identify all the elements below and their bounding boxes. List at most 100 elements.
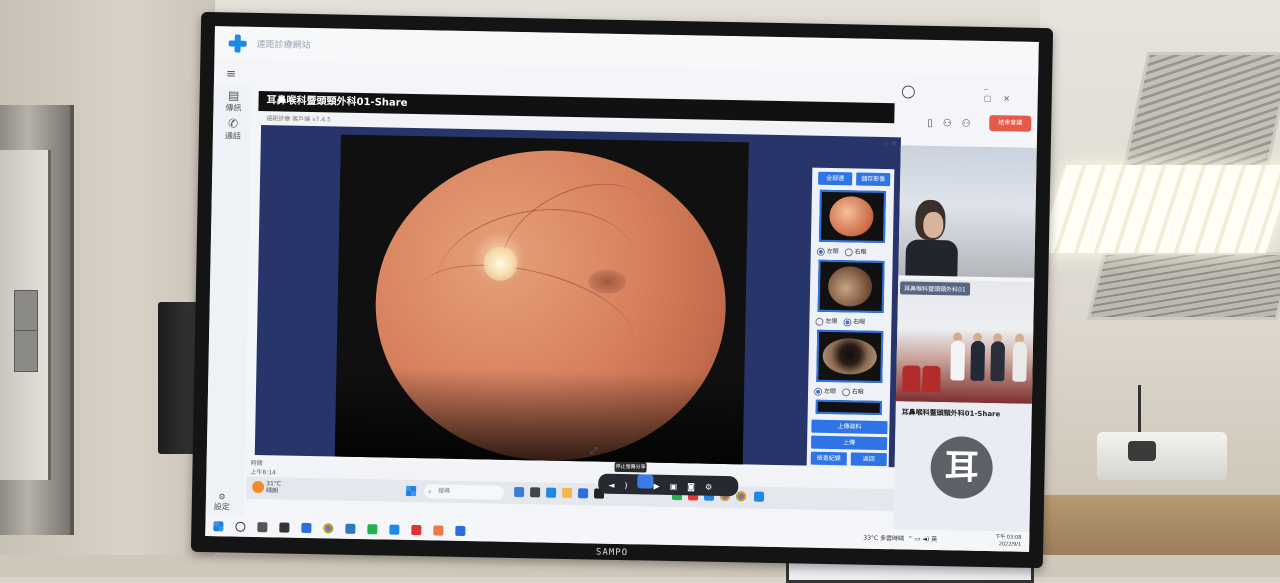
sidebar-item-label: 通話	[224, 131, 241, 141]
radio-right-eye[interactable]	[844, 247, 853, 256]
user-icon[interactable]	[901, 85, 915, 99]
mail-icon[interactable]	[301, 522, 312, 534]
camera-icon[interactable]: ▶	[653, 482, 669, 491]
exam-record-button[interactable]: 檢查紀錄	[810, 451, 847, 466]
eye-radio-group[interactable]: 左眼 右眼	[816, 246, 867, 256]
sidebar-item-settings[interactable]: ⚙ 設定	[214, 492, 230, 512]
image-viewer: ▸ ⤢ ▫ ✕	[254, 125, 901, 468]
taskbar-clock[interactable]: 下午 03:08 2022/9/1	[995, 534, 1021, 548]
save-image-button[interactable]: 儲存影像	[856, 172, 891, 187]
app-icon[interactable]	[530, 487, 541, 498]
start-icon[interactable]	[213, 521, 224, 532]
settings-label: 設定	[213, 502, 230, 512]
weather-icon	[252, 480, 265, 494]
radio-right-eye[interactable]	[843, 317, 852, 326]
start-icon[interactable]	[406, 485, 417, 497]
door-hinge	[14, 330, 38, 372]
attendee	[1012, 341, 1028, 382]
end-call-button[interactable]: 結束會議	[989, 115, 1032, 132]
eye-radio-group[interactable]: 左眼 右眼	[814, 386, 864, 396]
tv-screen: 遠距診療網站 ≡ ▤ 傳訊 ✆ 通話 ⚙ 設定 –▢✕ ▯⚇⚇ 結束會議 耳鼻喉…	[205, 26, 1039, 552]
auditorium-chair	[922, 365, 941, 393]
sidebar-item-messages[interactable]: ▤ 傳訊	[219, 88, 247, 114]
ceiling-vent	[1122, 52, 1280, 168]
expand-icon[interactable]: ⤢	[590, 446, 597, 456]
thumbnail-image	[822, 337, 878, 375]
line-icon[interactable]	[367, 524, 378, 535]
projector-lens	[1128, 441, 1156, 461]
participant-body	[905, 239, 959, 277]
system-tray[interactable]: 33°C 多雲時晴 ⌃ ▭ ◄) 英	[863, 533, 937, 543]
sidebar: ▤ 傳訊 ✆ 通話	[205, 86, 252, 537]
phone-icon: ✆	[227, 116, 239, 131]
select-all-button[interactable]: 全部選	[818, 171, 853, 186]
chrome-icon[interactable]	[735, 491, 747, 502]
ceiling-vent-lower	[1086, 252, 1280, 320]
radio-label: 左眼	[824, 387, 837, 396]
call-toolbar-icons[interactable]: ▯⚇⚇	[927, 118, 981, 130]
close-icon[interactable]: ▫ ✕	[883, 139, 898, 148]
tray-icons: ⌃ ▭ ◄)	[905, 535, 932, 543]
window-controls[interactable]: –▢✕	[984, 85, 1038, 104]
eye-radio-group[interactable]: 左眼 右眼	[815, 316, 865, 326]
chrome-icon[interactable]	[323, 523, 334, 534]
app-icon[interactable]	[345, 523, 356, 534]
thumbnail-image	[829, 195, 874, 237]
auditorium-chair	[902, 365, 921, 392]
app-title: 遠距診療網站	[256, 39, 311, 51]
chat-icon: ▤	[227, 88, 240, 103]
screen-share-toolbar[interactable]: ◄) ▶▣◙⚙	[598, 473, 739, 497]
screen-icon[interactable]: ▣	[670, 482, 688, 491]
gear-icon[interactable]: ⚙	[705, 483, 722, 492]
task-view-icon[interactable]	[257, 522, 268, 533]
radio-left-eye[interactable]	[816, 247, 825, 256]
thumbnail-partial[interactable]	[815, 399, 882, 416]
thumbnail-fundus-2[interactable]	[817, 259, 885, 314]
attendee	[990, 341, 1006, 382]
radio-label: 左眼	[825, 317, 838, 326]
tv-brand-logo: SAMPO	[595, 547, 629, 559]
share-tooltip: 停止螢幕分享	[614, 461, 647, 473]
app-title-bar: 遠距診療網站	[214, 26, 1039, 76]
telemed-app-icon[interactable]	[389, 524, 400, 535]
sidebar-item-label: 傳訊	[225, 103, 242, 113]
radio-left-eye[interactable]	[814, 387, 823, 396]
app-logo-icon	[228, 34, 246, 52]
taskbar-search[interactable]: 搜尋	[423, 484, 505, 500]
macula	[587, 269, 627, 295]
gear-icon: ⚙	[218, 492, 226, 502]
weather-widget[interactable]: 31°C 晴朗	[266, 480, 281, 494]
folder-icon[interactable]	[561, 487, 573, 499]
upload-button[interactable]: 上傳	[810, 435, 888, 451]
video-tile-label: 耳鼻喉科暨頭頸外科01-Share	[901, 408, 1001, 419]
input-language[interactable]: 英	[931, 536, 937, 543]
hamburger-menu-icon[interactable]: ≡	[226, 66, 238, 80]
radio-left-eye[interactable]	[815, 317, 824, 326]
upload-data-button[interactable]: 上傳資料	[811, 419, 888, 435]
search-icon[interactable]	[235, 521, 246, 532]
app-icon[interactable]	[433, 525, 444, 536]
app-icon[interactable]	[279, 522, 290, 533]
pointer-icon[interactable]	[637, 474, 654, 489]
app-icon[interactable]	[411, 525, 422, 536]
telemed-app-icon[interactable]	[753, 491, 765, 502]
radio-label: 左眼	[826, 247, 839, 256]
back-button[interactable]: 返回	[850, 452, 887, 467]
participant-face	[923, 211, 944, 239]
attendee	[950, 340, 966, 381]
app-icon[interactable]	[455, 525, 466, 537]
app-icon[interactable]	[546, 487, 557, 498]
sidebar-item-calls[interactable]: ✆ 通話	[219, 116, 247, 142]
radio-right-eye[interactable]	[841, 387, 850, 396]
app-icon[interactable]	[577, 488, 589, 499]
speaker-icon[interactable]: ◄)	[608, 481, 637, 491]
thumbnail-anterior-eye[interactable]	[816, 329, 884, 384]
projector	[1097, 432, 1227, 480]
thumbnail-fundus-1[interactable]	[818, 189, 886, 244]
ceiling-light	[1037, 165, 1280, 253]
app-icon[interactable]	[514, 486, 525, 498]
projector-cable	[1138, 385, 1141, 435]
weather-status: 33°C 多雲時晴	[863, 534, 905, 543]
clock-date: 2022/9/1	[998, 541, 1022, 548]
snapshot-icon[interactable]: ◙	[687, 482, 705, 491]
